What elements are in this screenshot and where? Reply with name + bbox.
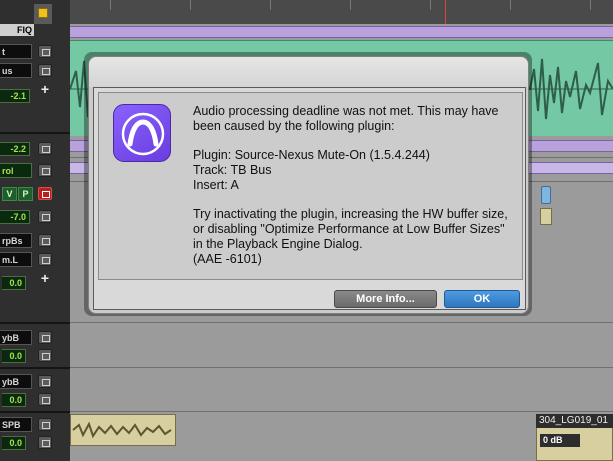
bus-selector[interactable]: us [0,63,32,78]
aae-error-dialog: Audio processing deadline was not met. T… [88,56,529,314]
message-panel: Audio processing deadline was not met. T… [98,92,523,280]
pan-readout[interactable]: 0.0 [2,349,26,363]
record-enable-button[interactable] [38,187,52,200]
fader-window-button[interactable] [38,210,52,223]
track-window-button[interactable] [38,142,52,155]
pan-window-button[interactable] [38,393,52,406]
track-line: Track: TB Bus [193,163,272,177]
reverb-window-button[interactable] [38,331,52,344]
more-info-button[interactable]: More Info... [334,290,437,308]
bus-window-button[interactable] [38,64,52,77]
pan-window-button[interactable] [38,436,52,449]
track-strip-column: FIQ t us -2.1 + -2.2 rol V P -7.0 rpBs m… [0,0,70,461]
volume-readout[interactable]: -2.2 [0,142,30,156]
track-separator [0,367,70,369]
add-send-button[interactable]: + [38,271,52,285]
output-window-button[interactable] [38,45,52,58]
reverb-selector[interactable]: ybB [0,374,32,389]
spb-selector[interactable]: SPB [0,417,32,432]
automation-mode-selector[interactable]: rol [0,163,32,178]
ok-button[interactable]: OK [444,290,520,308]
advice-text: Try inactivating the plugin, increasing … [193,207,508,251]
track-separator [0,322,70,324]
send-selector[interactable]: rpBs [0,233,32,248]
automation-window-button[interactable] [38,164,52,177]
dialog-message: Audio processing deadline was not met. T… [193,104,513,267]
pro-tools-app-icon [113,104,171,162]
spb-window-button[interactable] [38,418,52,431]
reverb-selector[interactable]: ybB [0,330,32,345]
pan-readout[interactable]: 0.0 [2,276,26,290]
clip-name-label: 304_LG019_01 [536,414,613,428]
fiq-display: FIQ [0,24,34,36]
track-separator [0,411,70,413]
timeline-marker-icon[interactable] [38,8,48,18]
plugin-line: Plugin: Source-Nexus Mute-On (1.5.4.244) [193,148,430,162]
voice-button[interactable]: V [2,187,17,201]
error-code: (AAE -6101) [193,252,262,266]
playhead[interactable] [445,0,446,24]
reverb-window-button[interactable] [38,375,52,388]
priority-button[interactable]: P [18,187,33,201]
track-separator [0,132,70,134]
volume-readout[interactable]: -7.0 [0,210,30,224]
insert-line: Insert: A [193,178,239,192]
dialog-body: Audio processing deadline was not met. T… [93,87,526,310]
message-text: Audio processing deadline was not met. T… [193,104,499,133]
send-window-button[interactable] [38,234,52,247]
add-insert-button[interactable]: + [38,82,52,96]
output-path-window-button[interactable] [38,253,52,266]
audio-clip[interactable] [70,414,176,446]
clip-handle[interactable] [541,186,551,204]
automation-lane[interactable] [70,26,613,38]
output-selector[interactable]: t [0,44,32,59]
output-path-selector[interactable]: m.L [0,252,32,267]
timeline-ruler[interactable] [70,0,613,24]
volume-readout[interactable]: -2.1 [0,89,30,103]
audio-clip[interactable] [540,208,552,225]
clip-gain-label[interactable]: 0 dB [540,434,580,447]
dialog-title-bar[interactable] [89,57,528,87]
pan-window-button[interactable] [38,349,52,362]
pan-readout[interactable]: 0.0 [2,393,26,407]
pan-readout[interactable]: 0.0 [2,436,26,450]
waveform-graphic [72,421,172,439]
